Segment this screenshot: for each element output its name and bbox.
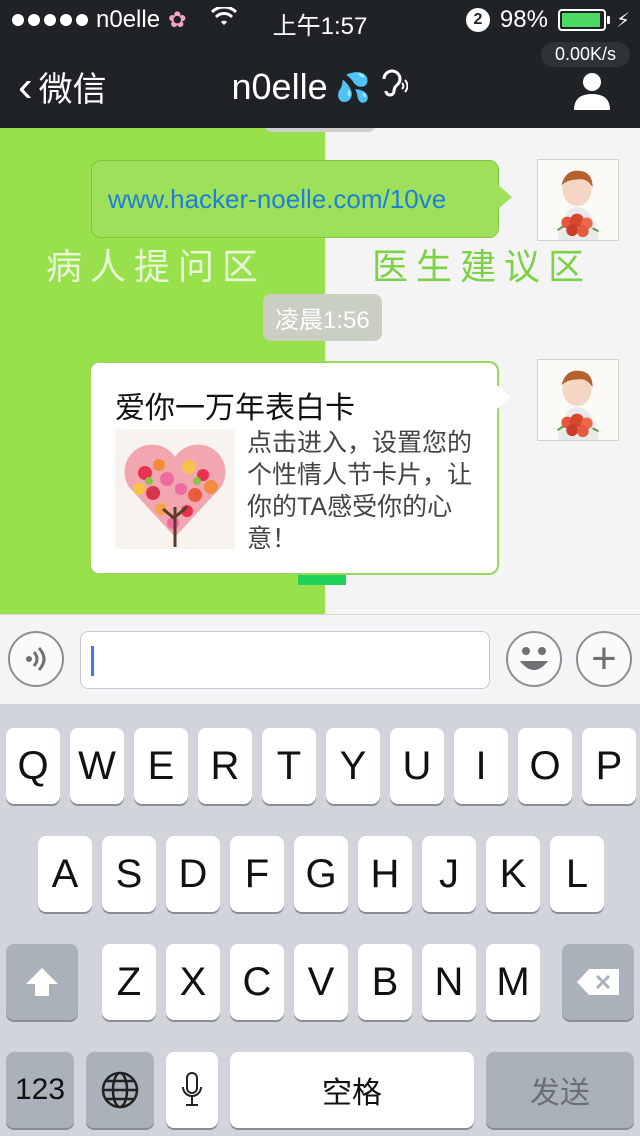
- dictation-key[interactable]: [166, 1052, 218, 1128]
- battery-percent: 98%: [499, 6, 548, 33]
- key-g[interactable]: G: [294, 836, 348, 912]
- key-e[interactable]: E: [134, 728, 188, 804]
- key-z[interactable]: Z: [102, 944, 156, 1020]
- card-description: 点击进入，设置您的个性情人节卡片，让你的TA感受你的心意！: [247, 429, 473, 553]
- key-t[interactable]: T: [262, 728, 316, 804]
- send-key[interactable]: 发送: [486, 1052, 634, 1128]
- chevron-left-icon: ‹: [18, 61, 33, 111]
- key-p[interactable]: P: [582, 728, 636, 804]
- contact-profile-icon[interactable]: [572, 70, 612, 110]
- globe-icon: [101, 1071, 139, 1109]
- back-label: 微信: [38, 71, 107, 109]
- emoji-button[interactable]: [506, 631, 562, 687]
- carrier-name: n0elle: [96, 6, 161, 33]
- backspace-icon: [577, 969, 619, 995]
- key-n[interactable]: N: [422, 944, 476, 1020]
- key-y[interactable]: Y: [326, 728, 380, 804]
- card-title: 爱你一万年表白卡: [115, 392, 355, 425]
- earpiece-mode-icon: [378, 67, 409, 107]
- message-bubble-card[interactable]: 爱你一万年表白卡 点击进入，设置您的个性情人节卡片，让你的TA感受你的心意！: [89, 361, 511, 575]
- timestamp-partial: [264, 128, 376, 132]
- heart-tree-thumbnail: [115, 429, 235, 549]
- key-w[interactable]: W: [70, 728, 124, 804]
- timestamp: 凌晨1:56: [263, 294, 382, 341]
- keyboard: Q W E R T Y U I O P A S D F G H J K L Z …: [0, 704, 640, 1136]
- key-j[interactable]: J: [422, 836, 476, 912]
- space-key[interactable]: 空格: [230, 1052, 474, 1128]
- shift-key[interactable]: [6, 944, 78, 1020]
- more-options-button[interactable]: +: [576, 631, 632, 687]
- droplets-icon: 💦: [335, 71, 371, 103]
- key-l[interactable]: L: [550, 836, 604, 912]
- message-bubble-link[interactable]: www.hacker-noelle.com/10ve: [91, 160, 512, 238]
- text-caret: [91, 646, 94, 676]
- message-input[interactable]: [80, 631, 490, 689]
- charging-icon: ⚡: [615, 9, 630, 32]
- flower-icon: ✿: [168, 7, 187, 32]
- key-a[interactable]: A: [38, 836, 92, 912]
- key-x[interactable]: X: [166, 944, 220, 1020]
- avatar[interactable]: [537, 159, 619, 241]
- key-v[interactable]: V: [294, 944, 348, 1020]
- signal-carrier: n0elle ✿: [12, 5, 237, 34]
- key-r[interactable]: R: [198, 728, 252, 804]
- key-d[interactable]: D: [166, 836, 220, 912]
- status-right: 2 98% ⚡: [465, 6, 630, 34]
- network-speed: 0.00K/s: [540, 42, 630, 67]
- key-c[interactable]: C: [230, 944, 284, 1020]
- voice-input-button[interactable]: [8, 631, 64, 687]
- nav-bar: ‹ 微信 n0elle 💦 0.00K/s: [0, 40, 640, 128]
- plus-icon: +: [591, 634, 617, 683]
- key-b[interactable]: B: [358, 944, 412, 1020]
- key-i[interactable]: I: [454, 728, 508, 804]
- smiley-icon: [520, 647, 548, 670]
- key-f[interactable]: F: [230, 836, 284, 912]
- numbers-key[interactable]: 123: [6, 1052, 74, 1128]
- battery-icon: [557, 9, 610, 31]
- status-bar: n0elle ✿ 上午1:57 2 98% ⚡: [0, 0, 640, 40]
- key-h[interactable]: H: [358, 836, 412, 912]
- background-watermark-right: 医生建议区: [372, 247, 593, 288]
- key-s[interactable]: S: [102, 836, 156, 912]
- message-link[interactable]: www.hacker-noelle.com/10ve: [108, 184, 446, 215]
- background-watermark-left: 病人提问区: [46, 247, 267, 288]
- backspace-key[interactable]: [562, 944, 634, 1020]
- globe-key[interactable]: [86, 1052, 154, 1128]
- back-button[interactable]: ‹ 微信: [18, 62, 107, 111]
- key-q[interactable]: Q: [6, 728, 60, 804]
- microphone-icon: [182, 1072, 202, 1106]
- voice-wave-icon: [26, 646, 46, 672]
- signal-strength-icon: [12, 14, 88, 26]
- contact-name: n0elle: [231, 66, 328, 107]
- notification-badge: 2: [465, 8, 490, 32]
- shift-arrow-icon: [26, 968, 58, 996]
- avatar[interactable]: [537, 359, 619, 441]
- key-k[interactable]: K: [486, 836, 540, 912]
- chat-area[interactable]: 病人提问区 医生建议区 www.hacker-noelle.com/10ve 凌…: [0, 128, 640, 614]
- wifi-icon: [210, 5, 237, 33]
- input-bar: +: [0, 614, 640, 704]
- key-o[interactable]: O: [518, 728, 572, 804]
- key-u[interactable]: U: [390, 728, 444, 804]
- key-m[interactable]: M: [486, 944, 540, 1020]
- background-decoration: [298, 575, 346, 585]
